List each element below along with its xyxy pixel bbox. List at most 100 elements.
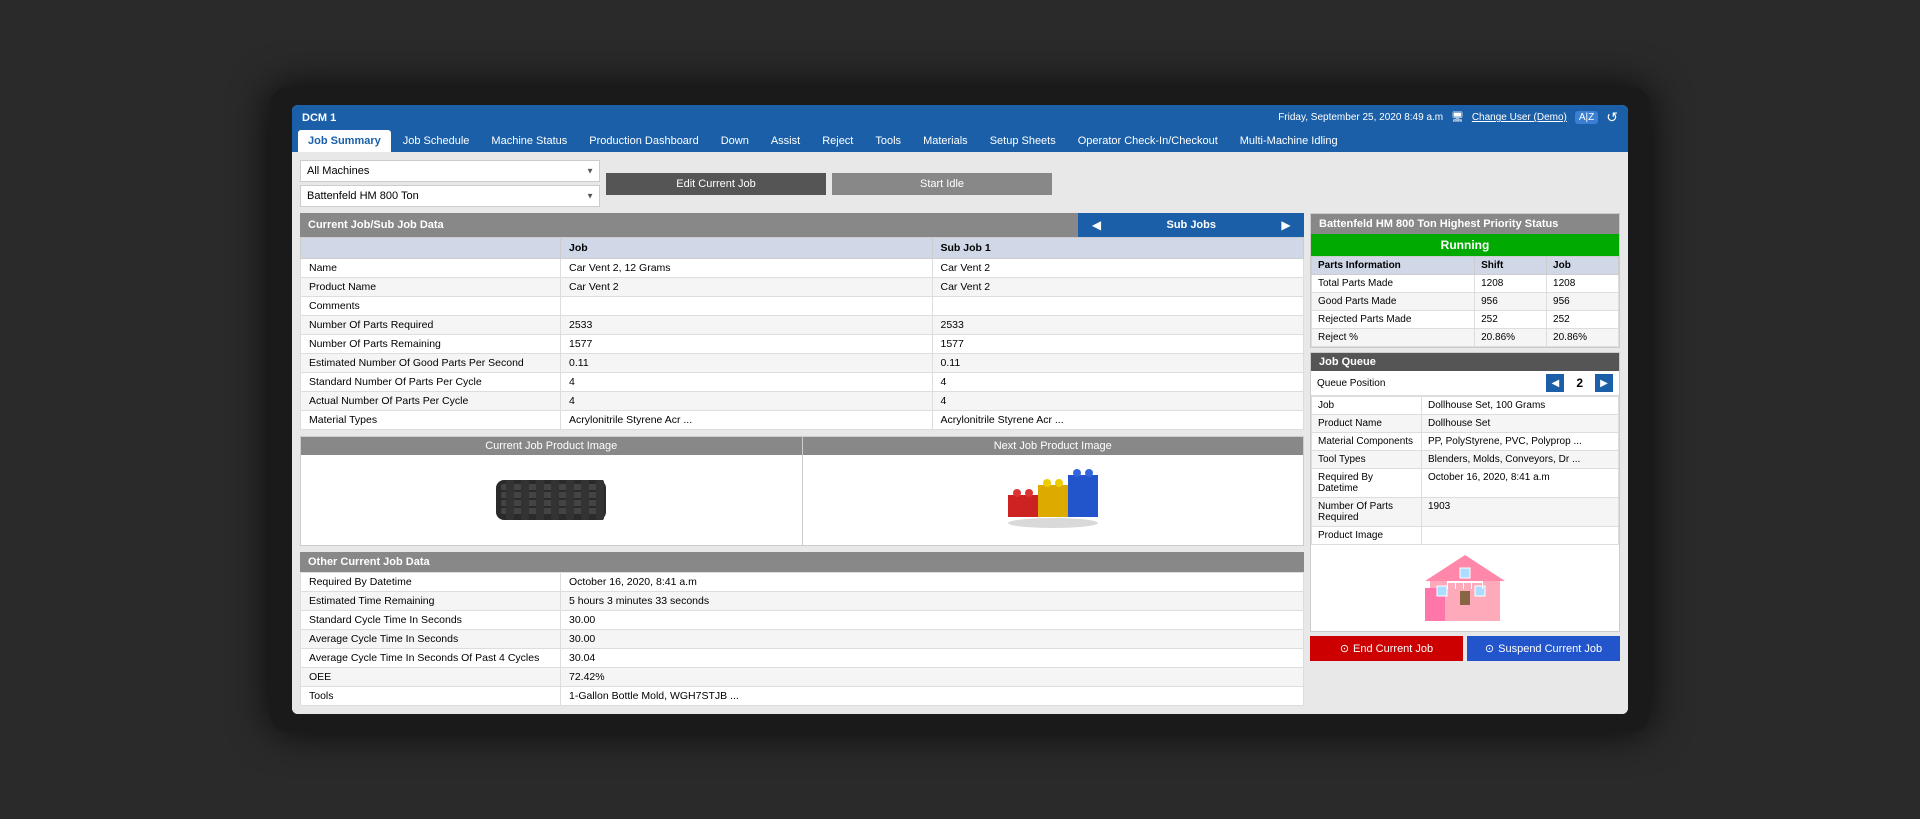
edit-current-job-button[interactable]: Edit Current Job xyxy=(606,173,826,195)
col-header-subjob1: Sub Job 1 xyxy=(932,238,1304,259)
nav-operator-checkin[interactable]: Operator Check-In/Checkout xyxy=(1068,130,1228,152)
nav-job-schedule[interactable]: Job Schedule xyxy=(393,130,480,152)
current-job-header: Current Job/Sub Job Data ◀ Sub Jobs ▶ xyxy=(300,213,1304,237)
nav-down[interactable]: Down xyxy=(711,130,759,152)
job-row-subjob-value: Acrylonitrile Styrene Acr ... xyxy=(932,411,1304,430)
other-job-table-row: OEE 72.42% xyxy=(301,668,1304,687)
machine-selects: All Machines Battenfeld HM 800 Ton xyxy=(300,160,600,207)
current-job-table: Job Sub Job 1 Name Car Vent 2, 12 Grams … xyxy=(300,237,1304,430)
change-user-link[interactable]: Change User (Demo) xyxy=(1472,112,1567,123)
parts-row-label: Good Parts Made xyxy=(1312,293,1475,311)
parts-row-shift: 252 xyxy=(1475,311,1547,329)
job-table-row: Number Of Parts Required 2533 2533 xyxy=(301,316,1304,335)
queue-position-row: Queue Position ◀ 2 ▶ xyxy=(1311,371,1619,396)
sub-jobs-prev-arrow[interactable]: ◀ xyxy=(1086,215,1106,235)
parts-info-table: Parts Information Shift Job Total Parts … xyxy=(1311,256,1619,347)
all-machines-dropdown-wrapper: All Machines xyxy=(300,160,600,182)
job-table-row: Material Types Acrylonitrile Styrene Acr… xyxy=(301,411,1304,430)
sub-jobs-label: Sub Jobs xyxy=(1166,219,1216,231)
other-job-row-label: Average Cycle Time In Seconds xyxy=(301,630,561,649)
refresh-icon[interactable]: ↺ xyxy=(1606,109,1618,126)
nav-multi-machine[interactable]: Multi-Machine Idling xyxy=(1230,130,1348,152)
parts-row-job: 1208 xyxy=(1547,275,1619,293)
other-job-row-value: 72.42% xyxy=(561,668,1304,687)
job-table-row: Comments xyxy=(301,297,1304,316)
job-table-row: Standard Number Of Parts Per Cycle 4 4 xyxy=(301,373,1304,392)
queue-next-arrow[interactable]: ▶ xyxy=(1595,374,1613,392)
job-table-row: Number Of Parts Remaining 1577 1577 xyxy=(301,335,1304,354)
other-job-data-table: Required By Datetime October 16, 2020, 8… xyxy=(300,572,1304,706)
app-title: DCM 1 xyxy=(302,112,336,124)
queue-row-value: October 16, 2020, 8:41 a.m xyxy=(1422,469,1619,498)
current-job-image-panel: Current Job Product Image xyxy=(301,437,802,545)
queue-info-table: Job Dollhouse Set, 100 Grams Product Nam… xyxy=(1311,396,1619,545)
next-job-image-body xyxy=(803,455,1304,545)
job-row-job-value: 4 xyxy=(561,392,933,411)
job-row-subjob-value xyxy=(932,297,1304,316)
parts-row-job: 252 xyxy=(1547,311,1619,329)
toolbar-row: All Machines Battenfeld HM 800 Ton Edit … xyxy=(300,160,1620,207)
nav-tools[interactable]: Tools xyxy=(865,130,911,152)
main-layout: Current Job/Sub Job Data ◀ Sub Jobs ▶ xyxy=(300,213,1620,706)
sub-jobs-next-arrow[interactable]: ▶ xyxy=(1276,215,1296,235)
machine-model-dropdown[interactable]: Battenfeld HM 800 Ton xyxy=(300,185,600,207)
content-area: All Machines Battenfeld HM 800 Ton Edit … xyxy=(292,152,1628,714)
dollhouse-image xyxy=(1425,553,1505,623)
nav-assist[interactable]: Assist xyxy=(761,130,810,152)
other-job-table-row: Standard Cycle Time In Seconds 30.00 xyxy=(301,611,1304,630)
job-row-label: Number Of Parts Remaining xyxy=(301,335,561,354)
queue-prev-arrow[interactable]: ◀ xyxy=(1546,374,1564,392)
top-bar-right: Friday, September 25, 2020 8:49 a.m 🖥 Ch… xyxy=(1278,109,1618,126)
job-table-row: Product Name Car Vent 2 Car Vent 2 xyxy=(301,278,1304,297)
job-row-job-value: 4 xyxy=(561,373,933,392)
job-row-subjob-value: 2533 xyxy=(932,316,1304,335)
other-job-row-label: Tools xyxy=(301,687,561,706)
parts-col-job: Job xyxy=(1547,257,1619,275)
other-job-row-label: Estimated Time Remaining xyxy=(301,592,561,611)
job-table-row: Actual Number Of Parts Per Cycle 4 4 xyxy=(301,392,1304,411)
end-current-job-button[interactable]: ⊙ End Current Job xyxy=(1310,636,1463,661)
suspend-current-job-button[interactable]: ⊙ Suspend Current Job xyxy=(1467,636,1620,661)
other-job-row-label: Average Cycle Time In Seconds Of Past 4 … xyxy=(301,649,561,668)
parts-col-label: Parts Information xyxy=(1312,257,1475,275)
nav-reject[interactable]: Reject xyxy=(812,130,863,152)
queue-nav: ◀ 2 ▶ xyxy=(1546,374,1613,392)
other-job-row-value: 1-Gallon Bottle Mold, WGH7STJB ... xyxy=(561,687,1304,706)
end-job-label: End Current Job xyxy=(1353,643,1433,655)
left-panel: Current Job/Sub Job Data ◀ Sub Jobs ▶ xyxy=(300,213,1304,706)
nav-job-summary[interactable]: Job Summary xyxy=(298,130,391,152)
nav-setup-sheets[interactable]: Setup Sheets xyxy=(980,130,1066,152)
nav-production-dashboard[interactable]: Production Dashboard xyxy=(579,130,708,152)
job-row-subjob-value: Car Vent 2 xyxy=(932,259,1304,278)
machine-model-dropdown-wrapper: Battenfeld HM 800 Ton xyxy=(300,185,600,207)
language-badge[interactable]: A|Z xyxy=(1575,111,1598,124)
start-idle-button[interactable]: Start Idle xyxy=(832,173,1052,195)
parts-row-label: Total Parts Made xyxy=(1312,275,1475,293)
stop-icon: ⊙ xyxy=(1340,642,1349,655)
job-row-subjob-value: 4 xyxy=(932,373,1304,392)
parts-row-job: 956 xyxy=(1547,293,1619,311)
job-row-job-value xyxy=(561,297,933,316)
queue-number: 2 xyxy=(1568,376,1591,390)
queue-row-label: Number Of Parts Required xyxy=(1312,498,1422,527)
job-row-subjob-value: 0.11 xyxy=(932,354,1304,373)
queue-info-row: Material Components PP, PolyStyrene, PVC… xyxy=(1312,433,1619,451)
nav-materials[interactable]: Materials xyxy=(913,130,978,152)
queue-info-row: Number Of Parts Required 1903 xyxy=(1312,498,1619,527)
job-row-label: Number Of Parts Required xyxy=(301,316,561,335)
current-job-title: Current Job/Sub Job Data xyxy=(300,215,1078,235)
all-machines-dropdown[interactable]: All Machines xyxy=(300,160,600,182)
job-row-subjob-value: 1577 xyxy=(932,335,1304,354)
queue-row-value: 1903 xyxy=(1422,498,1619,527)
queue-product-image-value xyxy=(1422,527,1619,545)
job-row-job-value: 1577 xyxy=(561,335,933,354)
job-row-label: Estimated Number Of Good Parts Per Secon… xyxy=(301,354,561,373)
current-job-image-body xyxy=(301,455,802,545)
other-job-data-header: Other Current Job Data xyxy=(300,552,1304,572)
parts-info-row: Good Parts Made 956 956 xyxy=(1312,293,1619,311)
current-job-section: Current Job/Sub Job Data ◀ Sub Jobs ▶ xyxy=(300,213,1304,430)
other-job-row-label: OEE xyxy=(301,668,561,687)
job-row-job-value: 2533 xyxy=(561,316,933,335)
nav-machine-status[interactable]: Machine Status xyxy=(481,130,577,152)
queue-info-row: Required By Datetime October 16, 2020, 8… xyxy=(1312,469,1619,498)
